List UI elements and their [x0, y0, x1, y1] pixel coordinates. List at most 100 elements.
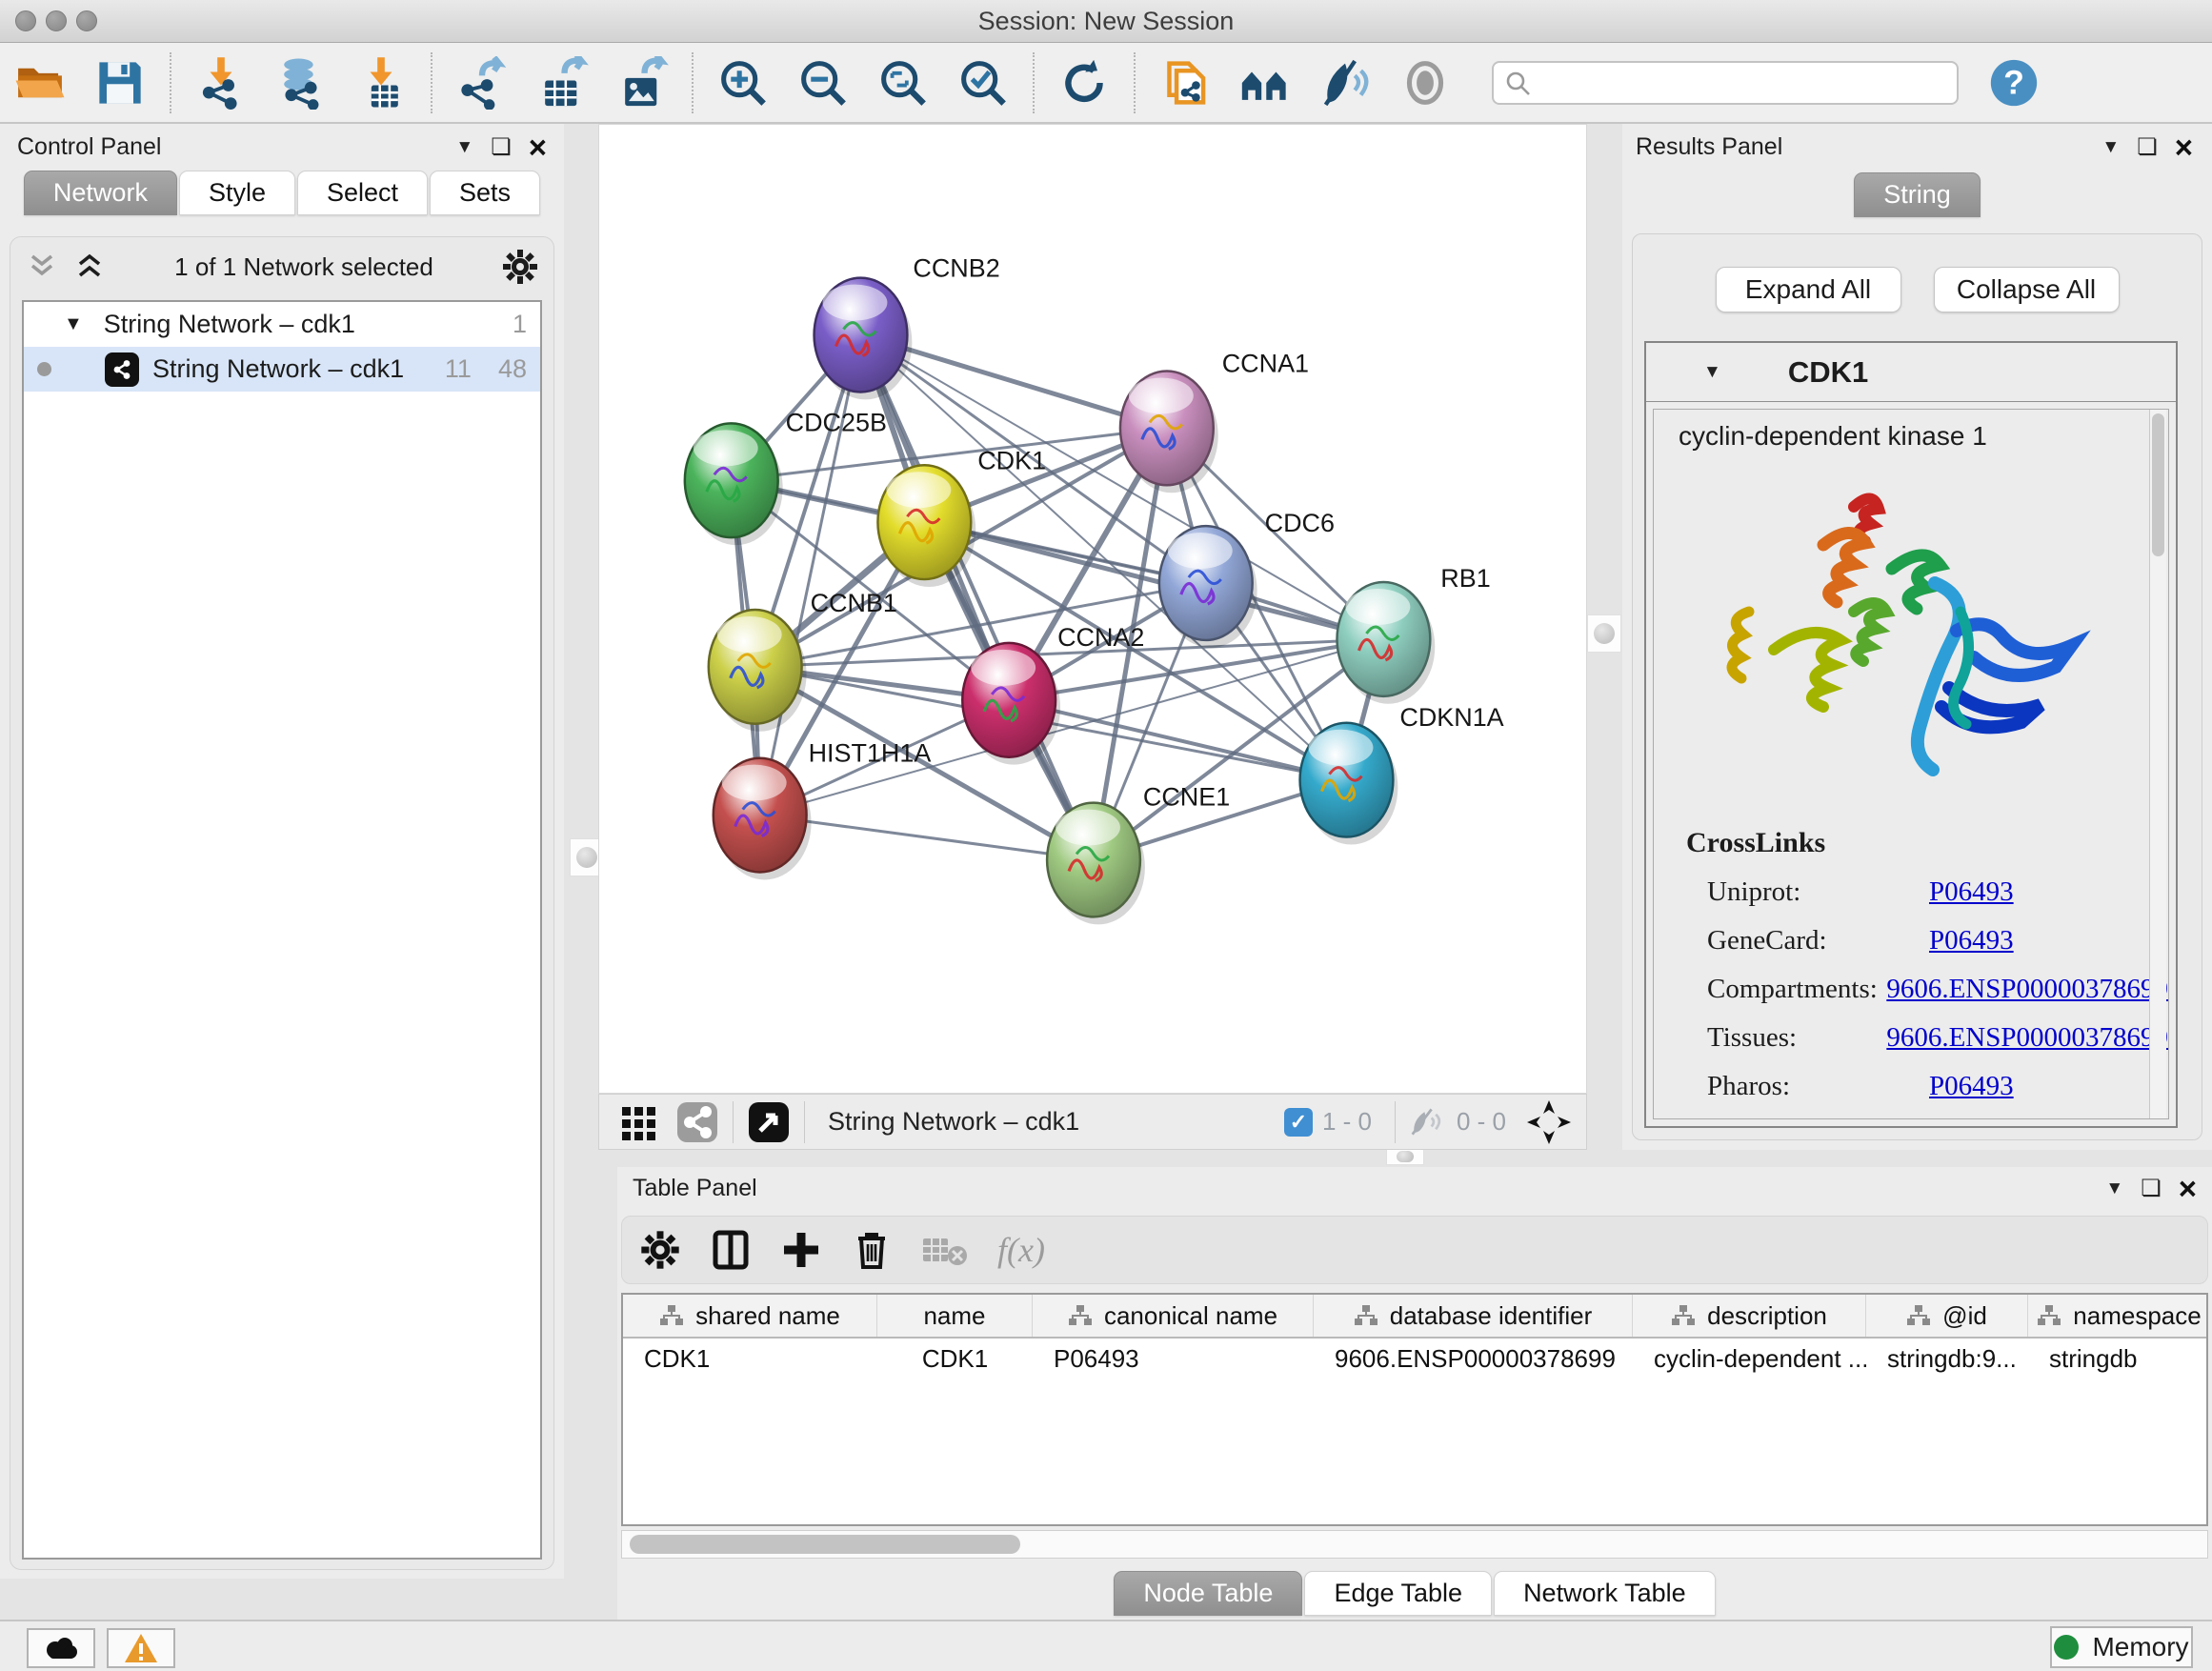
collection-count: 1 [513, 310, 527, 339]
toolbar-separator [692, 52, 694, 113]
refresh-icon[interactable] [1057, 56, 1111, 110]
network-node-ccnb2[interactable] [814, 278, 913, 400]
crosslink-uniprot[interactable]: P06493 [1929, 876, 2014, 908]
network-node-cdk1[interactable] [877, 465, 975, 587]
column-header[interactable]: name [877, 1295, 1033, 1337]
crosslink-genecard[interactable]: P06493 [1929, 925, 2014, 956]
expand-all-button[interactable]: Expand All [1716, 267, 1901, 312]
tab-sets[interactable]: Sets [430, 171, 540, 215]
tab-network-table[interactable]: Network Table [1494, 1571, 1716, 1616]
close-panel-icon[interactable]: × [2175, 131, 2193, 163]
toolbar-separator [1395, 1101, 1396, 1143]
memory-button[interactable]: Memory [2050, 1626, 2193, 1668]
hide-selected-icon[interactable] [1318, 56, 1372, 110]
import-network-database-icon[interactable] [274, 56, 328, 110]
network-node-ccna1[interactable] [1120, 371, 1218, 493]
gear-icon[interactable] [502, 249, 538, 285]
tab-node-table[interactable]: Node Table [1114, 1571, 1302, 1616]
zoom-in-icon[interactable] [716, 56, 770, 110]
column-header[interactable]: shared name [623, 1295, 877, 1337]
export-image-icon[interactable] [615, 56, 669, 110]
network-node-ccnb1[interactable] [709, 610, 807, 732]
crosslink-pharos[interactable]: P06493 [1929, 1071, 2014, 1102]
export-network-icon[interactable] [455, 56, 509, 110]
column-header[interactable]: database identifier [1314, 1295, 1633, 1337]
column-header[interactable]: @id [1866, 1295, 2028, 1337]
panel-menu-icon[interactable]: ▼ [2105, 1178, 2123, 1199]
panel-menu-icon[interactable]: ▼ [455, 137, 473, 158]
table-toolbar: f(x) [621, 1216, 2208, 1284]
save-session-icon[interactable] [93, 56, 147, 110]
bottom-splitter-grip[interactable] [1386, 1148, 1424, 1165]
network-node-ccna2[interactable] [962, 643, 1060, 765]
tab-style[interactable]: Style [179, 171, 295, 215]
table-gear-icon[interactable] [639, 1229, 681, 1271]
network-view-toolbar: String Network – cdk1 ✓ 1 - 0 0 - 0 [598, 1094, 1587, 1150]
help-icon[interactable]: ? [1987, 56, 2041, 110]
float-panel-icon[interactable]: ❏ [491, 136, 512, 159]
network-node-ccne1[interactable] [1047, 803, 1145, 925]
add-column-icon[interactable] [780, 1229, 822, 1271]
collapse-all-icon[interactable] [26, 252, 58, 281]
section-collapse-icon[interactable]: ▼ [1703, 362, 1721, 383]
selected-checkbox-icon[interactable]: ✓ [1284, 1108, 1313, 1137]
zoom-fit-icon[interactable] [876, 56, 930, 110]
results-panel-title: Results Panel [1636, 133, 1782, 161]
network-canvas[interactable]: CCNB2CCNA1CDC25BCDK1CDC6RB1CCNB1CCNA2CDK… [598, 124, 1587, 1094]
panel-menu-icon[interactable]: ▼ [2101, 137, 2120, 158]
zoom-out-icon[interactable] [796, 56, 850, 110]
expand-all-icon[interactable] [73, 252, 106, 281]
network-node-rb1[interactable] [1337, 582, 1435, 704]
network-node-cdc6[interactable] [1159, 526, 1257, 648]
clone-network-icon[interactable] [1158, 56, 1212, 110]
grid-view-icon[interactable] [618, 1101, 660, 1143]
table-row[interactable]: CDK1 CDK1 P06493 9606.ENSP00000378699 cy… [623, 1339, 2206, 1380]
search-input[interactable] [1492, 61, 1959, 105]
results-scrollbar[interactable] [2149, 410, 2166, 1118]
zoom-selected-icon[interactable] [956, 56, 1010, 110]
import-table-icon[interactable] [354, 56, 408, 110]
network-node-cdkn1a[interactable] [1300, 723, 1398, 845]
table-panel-title: Table Panel [633, 1175, 757, 1202]
control-panel: Control Panel ▼ ❏ × Network Style Select… [0, 124, 564, 1579]
column-header[interactable]: canonical name [1033, 1295, 1314, 1337]
tab-edge-table[interactable]: Edge Table [1304, 1571, 1492, 1616]
open-session-icon[interactable] [13, 56, 67, 110]
open-view-window-icon[interactable] [747, 1100, 791, 1144]
collection-expand-icon[interactable]: ▼ [64, 313, 83, 335]
export-table-icon[interactable] [535, 56, 589, 110]
network-tree: ▼ String Network – cdk1 1 String Network… [22, 300, 542, 1560]
close-panel-icon[interactable]: × [529, 131, 547, 163]
column-header[interactable]: namespace [2028, 1295, 2208, 1337]
tab-string-results[interactable]: String [1854, 172, 1981, 217]
table-horizontal-scrollbar[interactable] [621, 1530, 2208, 1559]
gene-name: CDK1 [1788, 355, 1868, 390]
network-node-hist1h1a[interactable] [714, 758, 812, 880]
right-splitter-grip[interactable] [1587, 614, 1621, 653]
first-neighbors-icon[interactable] [1238, 56, 1292, 110]
warnings-button[interactable] [107, 1628, 175, 1668]
network-row[interactable]: String Network – cdk1 11 48 [24, 347, 540, 392]
string-view-icon[interactable] [675, 1100, 719, 1144]
collapse-all-button[interactable]: Collapse All [1934, 267, 2120, 312]
tab-network[interactable]: Network [24, 171, 177, 215]
crosslink-compartments[interactable]: 9606.ENSP00000378699 [1886, 974, 2168, 1005]
tab-select[interactable]: Select [297, 171, 428, 215]
import-network-file-icon[interactable] [194, 56, 248, 110]
function-builder-icon: f(x) [997, 1230, 1045, 1270]
delete-column-icon[interactable] [851, 1229, 893, 1271]
node-label-ccnb2: CCNB2 [913, 254, 999, 283]
close-panel-icon[interactable]: × [2179, 1173, 2197, 1204]
cloud-status-button[interactable] [27, 1628, 95, 1668]
crosslink-tissues[interactable]: 9606.ENSP00000378699 [1886, 1022, 2168, 1054]
birds-eye-view-icon[interactable] [1525, 1098, 1573, 1146]
column-header[interactable]: description [1633, 1295, 1866, 1337]
float-panel-icon[interactable]: ❏ [2141, 1178, 2162, 1200]
show-columns-icon[interactable] [710, 1229, 752, 1271]
hidden-eye-icon [1409, 1106, 1447, 1138]
show-all-icon[interactable] [1398, 56, 1452, 110]
gene-section-header[interactable]: ▼ CDK1 [1646, 343, 2176, 402]
table-tabs: Node Table Edge Table Network Table [617, 1571, 2212, 1616]
network-collection-row[interactable]: ▼ String Network – cdk1 1 [24, 302, 540, 347]
float-panel-icon[interactable]: ❏ [2137, 136, 2158, 159]
